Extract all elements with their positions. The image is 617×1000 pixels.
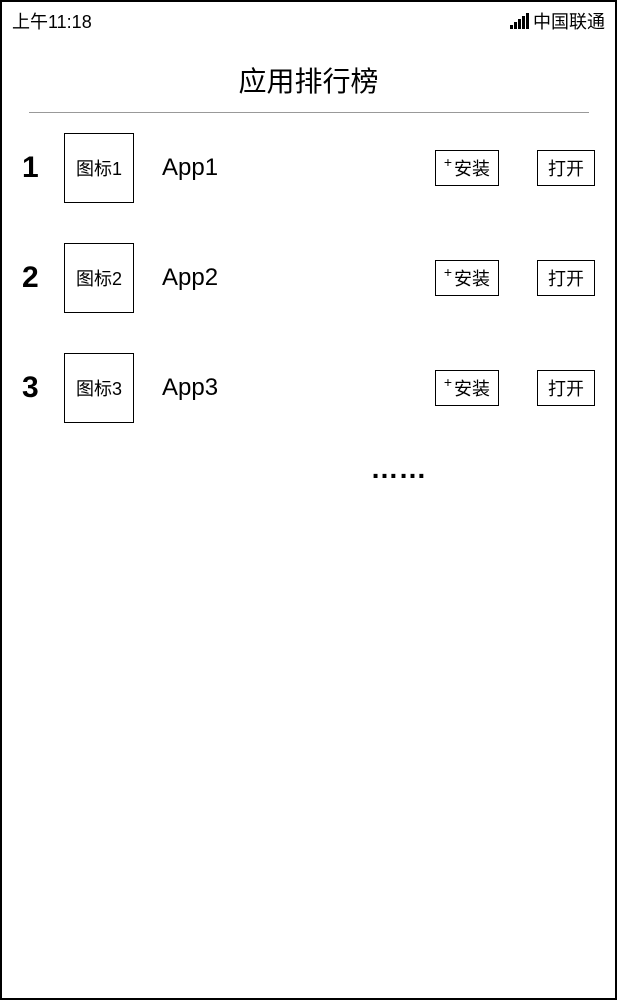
page-title: 应用排行榜 (2, 60, 615, 100)
status-time: 上午11:18 (12, 8, 92, 34)
open-button[interactable]: 打开 (537, 150, 595, 186)
open-button[interactable]: 打开 (537, 260, 595, 296)
app-row: 1 图标1 App1 + 安装 打开 (22, 133, 595, 203)
status-bar: 上午11:18 中国联通 (2, 2, 615, 40)
status-right: 中国联通 (510, 8, 605, 34)
title-divider (29, 112, 589, 113)
app-list: 1 图标1 App1 + 安装 打开 2 图标2 App2 + 安装 打开 3 … (2, 133, 615, 485)
rank-number: 1 (22, 151, 46, 185)
install-button[interactable]: + 安装 (435, 370, 499, 406)
title-section: 应用排行榜 (2, 60, 615, 113)
open-button[interactable]: 打开 (537, 370, 595, 406)
signal-icon (510, 13, 529, 29)
ellipsis: …… (202, 453, 595, 485)
app-row: 3 图标3 App3 + 安装 打开 (22, 353, 595, 423)
app-name: App2 (152, 264, 417, 292)
app-icon[interactable]: 图标1 (64, 133, 134, 203)
plus-icon: + (444, 265, 452, 279)
rank-number: 2 (22, 261, 46, 295)
app-icon[interactable]: 图标3 (64, 353, 134, 423)
app-name: App1 (152, 154, 417, 182)
install-button[interactable]: + 安装 (435, 260, 499, 296)
app-icon[interactable]: 图标2 (64, 243, 134, 313)
plus-icon: + (444, 375, 452, 389)
install-label: 安装 (454, 375, 490, 401)
plus-icon: + (444, 155, 452, 169)
app-row: 2 图标2 App2 + 安装 打开 (22, 243, 595, 313)
rank-number: 3 (22, 371, 46, 405)
install-label: 安装 (454, 155, 490, 181)
install-button[interactable]: + 安装 (435, 150, 499, 186)
install-label: 安装 (454, 265, 490, 291)
app-name: App3 (152, 374, 417, 402)
carrier-label: 中国联通 (533, 8, 605, 34)
